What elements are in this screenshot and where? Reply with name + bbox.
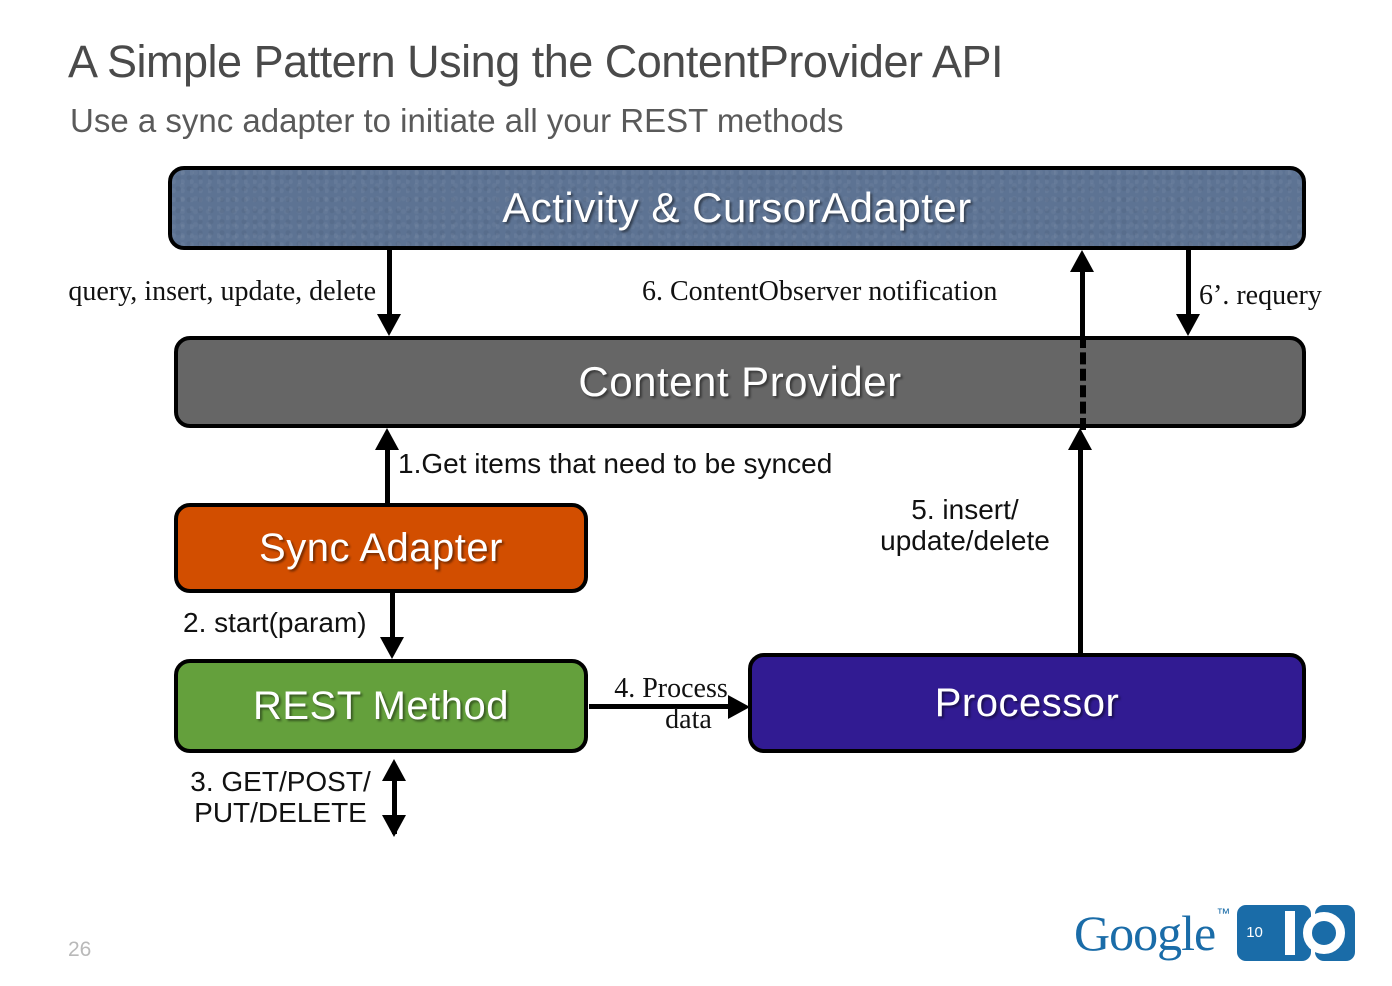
edge-label-requery: 6’. requery xyxy=(1199,280,1322,311)
slide-canvas: A Simple Pattern Using the ContentProvid… xyxy=(0,0,1392,986)
edge-httpverbs-arrowhead-up xyxy=(382,759,406,781)
letter-o-icon xyxy=(1303,912,1346,954)
edge-query-line xyxy=(387,250,392,318)
node-activity-cursoradapter[interactable]: Activity & CursorAdapter xyxy=(168,166,1306,250)
edge-label-get-items: 1.Get items that need to be synced xyxy=(398,448,833,479)
node-processor[interactable]: Processor xyxy=(748,653,1306,753)
node-activity-label: Activity & CursorAdapter xyxy=(502,184,972,231)
edge-requery-line xyxy=(1186,250,1191,318)
node-processor-label: Processor xyxy=(934,680,1120,725)
edge-startparam-line xyxy=(390,593,395,641)
edge-httpverbs-arrowhead-down xyxy=(382,815,406,837)
edge-label-insert-update-delete: 5. insert/ update/delete xyxy=(880,494,1050,557)
node-rest-method-label: REST Method xyxy=(253,683,509,728)
slide-subtitle: Use a sync adapter to initiate all your … xyxy=(70,102,844,139)
edge-observer-dashed-segment xyxy=(1080,336,1086,430)
edge-insertupdate-arrowhead xyxy=(1068,428,1092,450)
node-sync-adapter-label: Sync Adapter xyxy=(259,525,503,570)
edge-requery-arrowhead xyxy=(1176,314,1200,336)
edge-getitems-line xyxy=(385,446,390,504)
google-wordmark-text: Google xyxy=(1074,905,1216,961)
letter-i-icon xyxy=(1285,911,1296,955)
edge-label-start-param: 2. start(param) xyxy=(183,607,367,638)
slide-title: A Simple Pattern Using the ContentProvid… xyxy=(68,36,1004,87)
edge-label-contentobserver: 6. ContentObserver notification xyxy=(642,276,998,307)
node-rest-method[interactable]: REST Method xyxy=(174,659,588,753)
edge-startparam-arrowhead xyxy=(380,637,404,659)
google-io-logo: Google™ 10 xyxy=(1074,902,1356,964)
trademark-icon: ™ xyxy=(1216,905,1230,922)
io-badge: 10 xyxy=(1237,905,1356,961)
node-sync-adapter[interactable]: Sync Adapter xyxy=(174,503,588,593)
edge-getitems-arrowhead xyxy=(375,428,399,450)
page-number: 26 xyxy=(68,938,92,961)
edge-query-arrowhead xyxy=(377,314,401,336)
node-content-provider-label: Content Provider xyxy=(578,358,902,405)
io-badge-year: 10 xyxy=(1246,924,1263,941)
edge-label-http-verbs: 3. GET/POST/ PUT/DELETE xyxy=(190,766,371,829)
edge-insertupdate-line xyxy=(1078,446,1083,654)
edge-label-query: query, insert, update, delete xyxy=(68,276,376,307)
edge-label-process-data: 4. Process data xyxy=(614,673,728,736)
edge-observer-arrowhead xyxy=(1070,250,1094,272)
google-wordmark: Google™ xyxy=(1074,905,1230,961)
node-content-provider[interactable]: Content Provider xyxy=(174,336,1306,428)
